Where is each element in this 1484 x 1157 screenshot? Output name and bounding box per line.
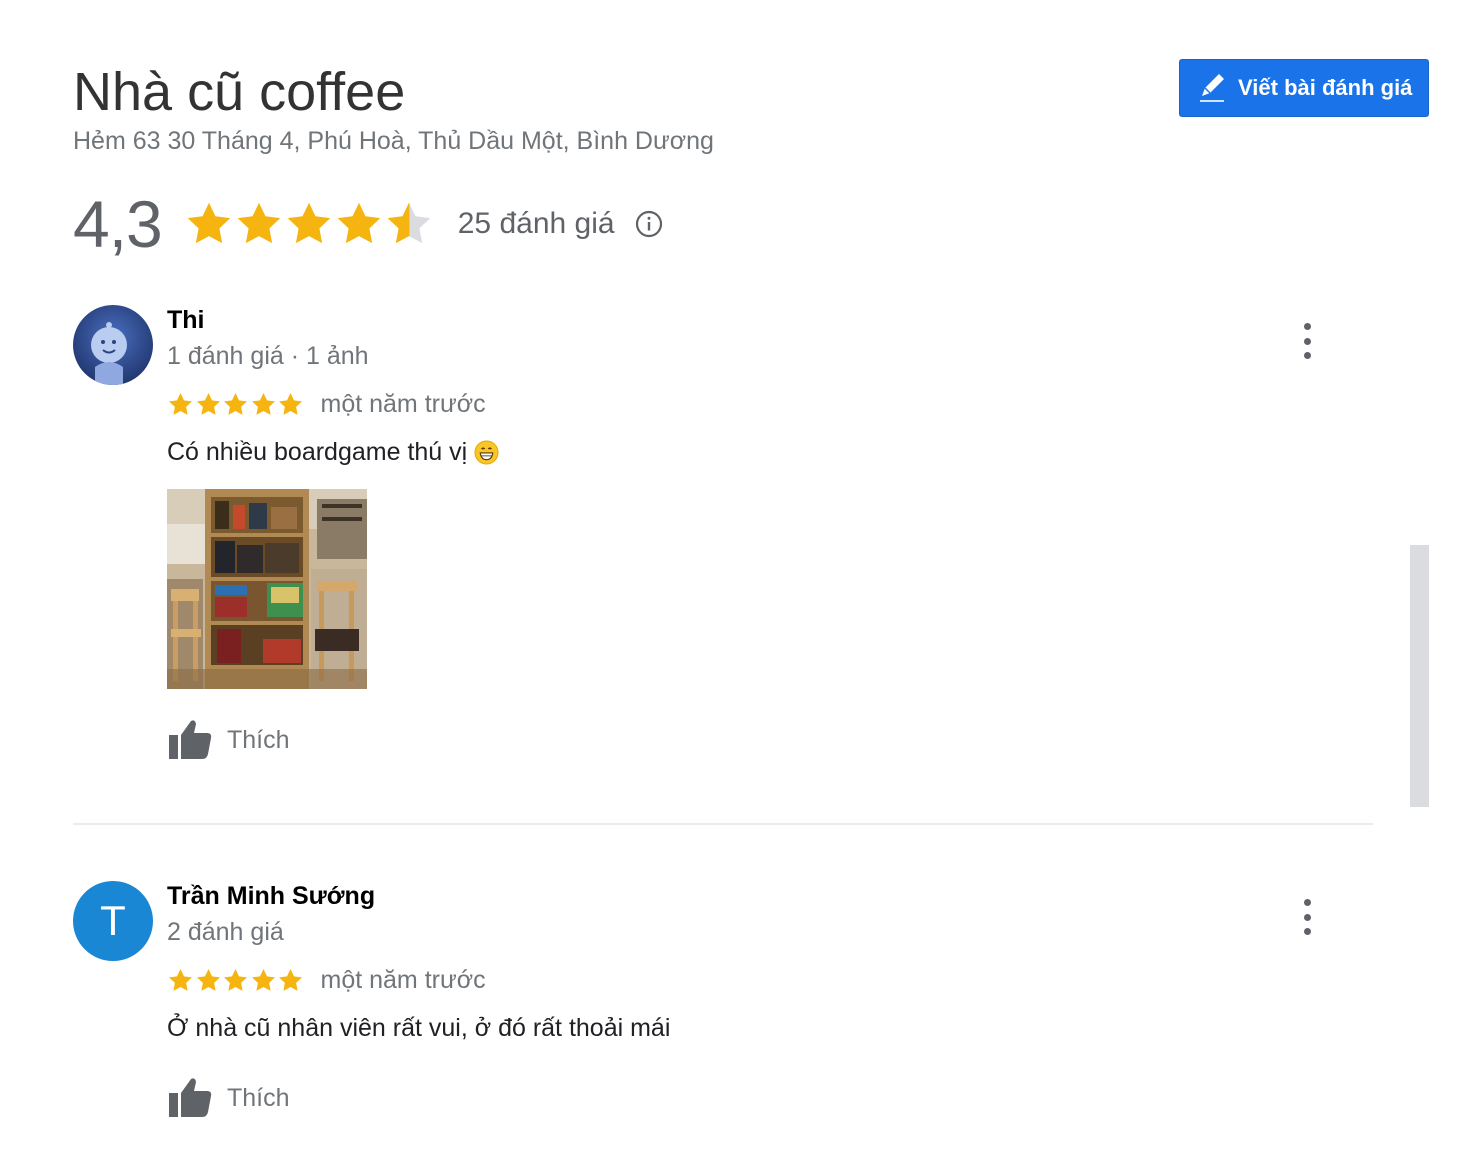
pencil-icon xyxy=(1196,71,1230,105)
star-icon xyxy=(279,968,302,991)
rating-value: 4,3 xyxy=(73,187,163,261)
review-text-line: Có nhiều boardgame thú vị xyxy=(167,435,1317,469)
star-icon xyxy=(224,968,247,991)
rating-summary: 4,3 25 đánh giá xyxy=(73,186,663,262)
avatar[interactable]: T xyxy=(73,881,153,961)
avatar[interactable] xyxy=(73,305,153,385)
star-icon xyxy=(196,968,220,991)
review-photo[interactable] xyxy=(167,489,367,689)
star-icon xyxy=(237,202,280,244)
info-icon[interactable] xyxy=(635,210,663,238)
review-divider xyxy=(73,823,1373,825)
review-meta: 1 đánh giá · 1 ảnh xyxy=(167,342,369,370)
star-icon xyxy=(287,202,330,244)
star-icon xyxy=(196,392,220,415)
review-meta: 2 đánh giá xyxy=(167,918,284,946)
star-icon xyxy=(251,968,275,991)
star-icon xyxy=(337,202,380,244)
review-author[interactable]: Thi xyxy=(167,305,1317,337)
review-text: Ở nhà cũ nhân viên rất vui, ở đó rất tho… xyxy=(167,1014,671,1042)
review-time: một năm trước xyxy=(320,389,486,418)
like-button[interactable]: Thích xyxy=(167,1075,1317,1121)
more-options-icon[interactable] xyxy=(1293,899,1321,935)
like-label: Thích xyxy=(227,725,290,754)
star-icon xyxy=(187,202,230,244)
star-icon xyxy=(251,392,275,415)
review-body: Thi 1 đánh giá · 1 ảnh một năm trước Có … xyxy=(167,305,1317,763)
thumbs-up-icon xyxy=(169,1078,212,1117)
review-time: một năm trước xyxy=(320,965,486,994)
rating-stars xyxy=(184,198,434,250)
write-review-button[interactable]: Viết bài đánh giá xyxy=(1179,59,1429,117)
review-stars xyxy=(167,967,305,994)
star-icon xyxy=(169,392,192,415)
review-stars xyxy=(167,391,305,418)
like-label: Thích xyxy=(227,1083,290,1112)
review-text-line: Ở nhà cũ nhân viên rất vui, ở đó rất tho… xyxy=(167,1011,1317,1045)
review-count: 25 đánh giá xyxy=(457,207,615,240)
more-options-icon[interactable] xyxy=(1293,323,1321,359)
review-rating-line: một năm trước xyxy=(167,963,1317,997)
review-author[interactable]: Trần Minh Sướng xyxy=(167,881,1317,913)
star-icon xyxy=(279,392,302,415)
like-button[interactable]: Thích xyxy=(167,717,1317,763)
review-body: Trần Minh Sướng 2 đánh giá một năm trước… xyxy=(167,881,1317,1121)
review-rating-line: một năm trước xyxy=(167,387,1317,421)
thumbs-up-icon xyxy=(169,720,212,759)
star-icon xyxy=(169,968,192,991)
half-star-icon xyxy=(387,202,430,244)
review-text: Có nhiều boardgame thú vị xyxy=(167,438,468,466)
grinning-face-emoji xyxy=(474,439,499,465)
star-icon xyxy=(224,392,247,415)
scrollbar[interactable] xyxy=(1410,545,1429,807)
write-review-label: Viết bài đánh giá xyxy=(1238,75,1413,100)
place-address: Hẻm 63 30 Tháng 4, Phú Hoà, Thủ Dầu Một,… xyxy=(73,127,714,155)
